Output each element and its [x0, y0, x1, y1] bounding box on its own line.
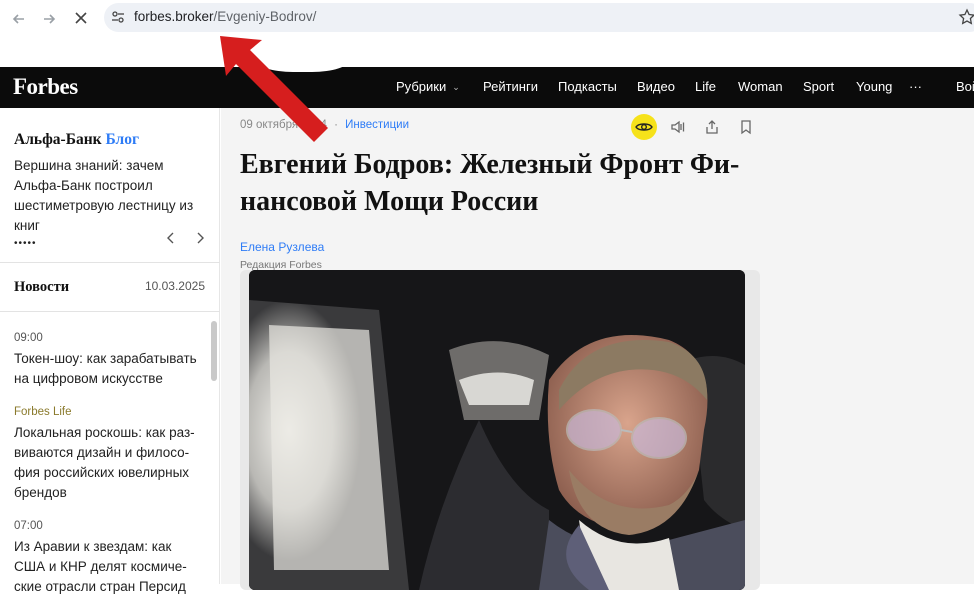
blog-teaser[interactable]: Вершина знаний: зачем Альфа-Банк построи… [14, 156, 214, 236]
news-item[interactable]: Forbes Life Локальная роскошь: как раз-в… [14, 406, 204, 503]
news-date: 10.03.2025 [144, 279, 205, 293]
menu-podcasts[interactable]: Подкасты [558, 79, 617, 94]
author-name[interactable]: Елена Рузлева [240, 240, 324, 254]
left-sidebar: Альфа-Банк Блог Вершина знаний: зачем Ал… [0, 108, 220, 594]
news-rubric[interactable]: Forbes Life [14, 406, 204, 418]
share-button[interactable] [699, 114, 725, 140]
url-domain: forbes.broker [134, 9, 214, 24]
arrow-left-icon [12, 14, 24, 24]
back-button[interactable] [8, 8, 30, 30]
news-time: 07:00 [14, 520, 43, 532]
redaction-blob [255, 40, 350, 72]
article-actions [631, 114, 767, 140]
site-header: Forbes Рубрики ⌄ Рейтинги Подкасты Видео … [0, 67, 974, 108]
blog-label: Блог [105, 131, 139, 148]
bookmark-icon [741, 120, 751, 135]
listen-button[interactable] [665, 114, 691, 140]
share-icon [706, 120, 718, 134]
article-date: 09 октября 2024 [240, 119, 327, 131]
forward-button[interactable] [38, 8, 60, 30]
address-bar[interactable]: forbes.broker/Evgeniy-Bodrov/ [104, 3, 974, 32]
menu-woman[interactable]: Woman [738, 79, 783, 94]
divider [0, 311, 220, 312]
accessibility-button[interactable] [631, 114, 657, 140]
chevron-right-icon [197, 232, 204, 244]
carousel-prev-button[interactable] [163, 232, 179, 248]
carousel-next-button[interactable] [192, 232, 208, 248]
news-section-title[interactable]: Новости [14, 279, 69, 296]
news-item[interactable]: 09:00 Токен-шоу: как зарабатывать на циф… [14, 332, 204, 389]
article-meta: 09 октября 2024 · Инвестиции [240, 119, 409, 131]
news-item[interactable]: 07:00 Из Аравии к звездам: как США и КНР… [14, 520, 204, 597]
article-photo-frame [240, 270, 760, 590]
article-rubric[interactable]: Инвестиции [345, 119, 409, 131]
close-icon [75, 12, 87, 24]
news-headline[interactable]: Токен-шоу: как зарабатывать на цифровом … [14, 349, 204, 389]
menu-young[interactable]: Young [856, 79, 892, 94]
forbes-logo[interactable]: Forbes [13, 74, 78, 100]
article-area: 09 октября 2024 · Инвестиции Евгений Бод… [221, 108, 974, 590]
article-headline: Евгений Бодров: Железный Фронт Фи-нансов… [240, 149, 740, 217]
carousel-dots[interactable]: ••••• [14, 238, 37, 249]
bookmark-star-icon[interactable] [958, 8, 974, 26]
news-list: 09:00 Токен-шоу: как зарабатывать на циф… [14, 332, 204, 614]
speaker-icon [671, 120, 685, 134]
divider [0, 262, 220, 263]
browser-chrome: forbes.broker/Evgeniy-Bodrov/ [0, 0, 974, 67]
news-scrollbar[interactable] [211, 321, 217, 381]
menu-rubrics[interactable]: Рубрики ⌄ [396, 79, 460, 94]
arrow-right-icon [44, 14, 56, 24]
url-path: /Evgeniy-Bodrov/ [213, 9, 317, 24]
news-time: 09:00 [14, 332, 43, 344]
site-settings-icon[interactable] [111, 10, 125, 24]
menu-login[interactable]: Вой [956, 79, 974, 94]
menu-life[interactable]: Life [695, 79, 716, 94]
eye-icon [635, 123, 653, 131]
menu-more-icon[interactable]: ··· [909, 79, 922, 94]
menu-video[interactable]: Видео [637, 79, 675, 94]
blog-header[interactable]: Альфа-Банк Блог [14, 131, 139, 149]
article-photo[interactable] [249, 270, 745, 590]
menu-sport[interactable]: Sport [803, 79, 834, 94]
blog-brand: Альфа-Банк [14, 131, 102, 148]
news-headline[interactable]: Локальная роскошь: как раз-виваются диза… [14, 423, 204, 503]
meta-separator: · [334, 119, 338, 131]
chevron-down-icon: ⌄ [452, 82, 460, 92]
url-text: forbes.broker/Evgeniy-Bodrov/ [134, 9, 316, 24]
car-interior-portrait-image [249, 270, 745, 590]
chevron-left-icon [167, 232, 174, 244]
menu-ratings[interactable]: Рейтинги [483, 79, 538, 94]
stop-loading-button[interactable] [70, 8, 92, 30]
news-headline[interactable]: Из Аравии к звездам: как США и КНР делят… [14, 537, 204, 597]
bookmark-button[interactable] [733, 114, 759, 140]
